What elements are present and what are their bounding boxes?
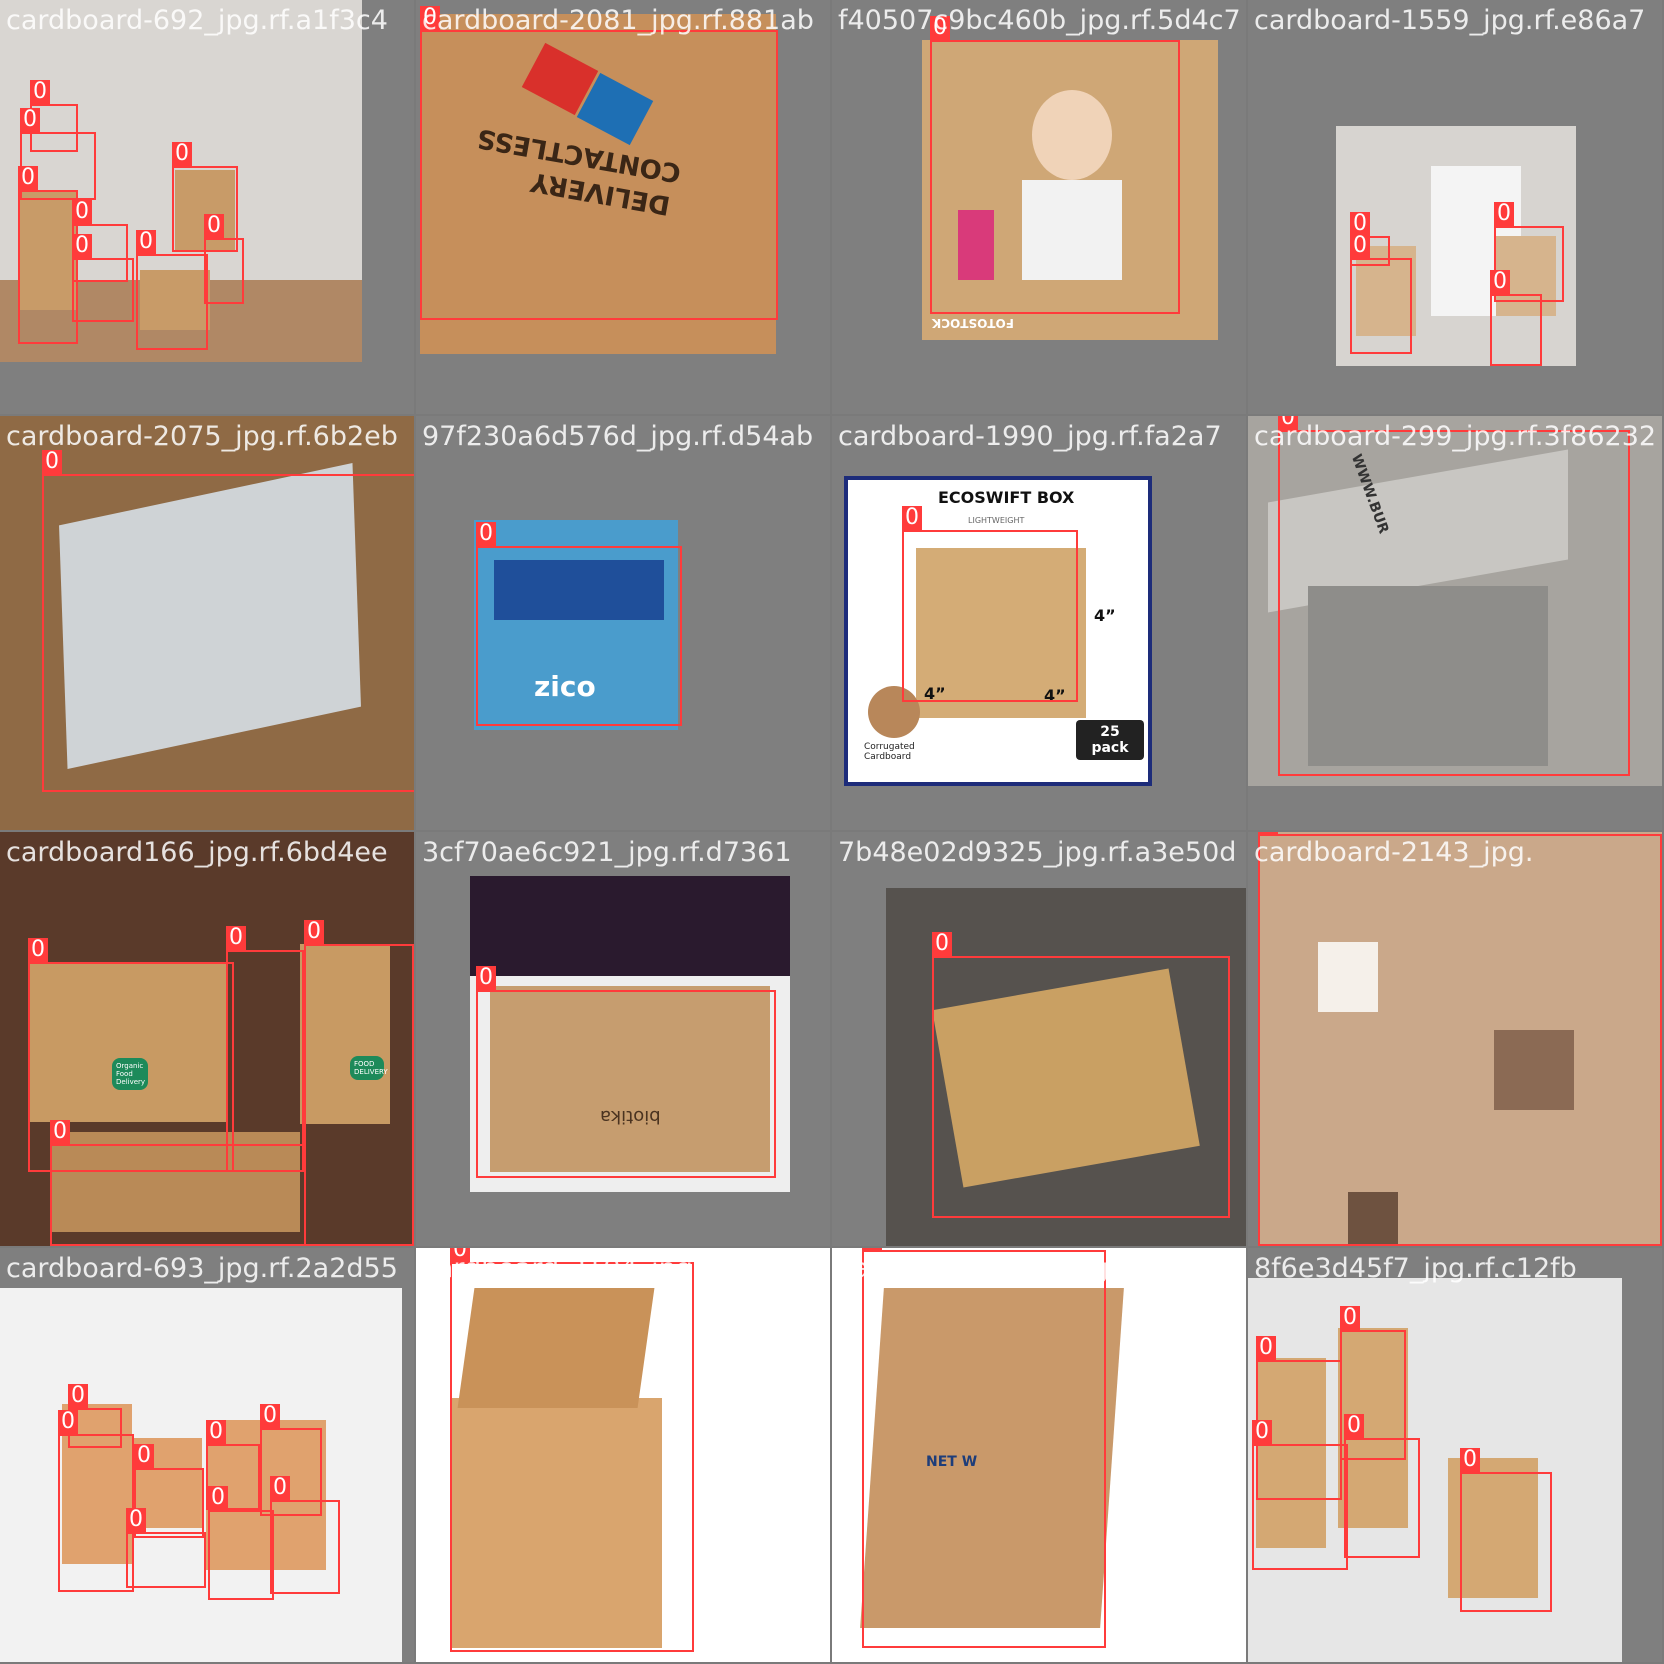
filename-label: f40507c9bc460b_jpg.rf.5d4c7 [838, 5, 1241, 36]
bbox: 0 [1344, 1414, 1420, 1558]
tile-8: Organic Food Delivery FOOD DELIVERY card… [0, 832, 414, 1246]
class-label: 0 [1494, 202, 1514, 226]
bbox: 0 [50, 1120, 306, 1246]
bbox: 0 [208, 1486, 274, 1600]
tile-15: 8f6e3d45f7_jpg.rf.c12fb 0 0 0 0 0 [1248, 1248, 1662, 1662]
class-label: 0 [304, 920, 324, 944]
bbox: 0 [932, 932, 1230, 1218]
tile-13: cardboard-2104_jpg.rf.ba11c 0 [416, 1248, 830, 1662]
tile-0: cardboard-692_jpg.rf.a1f3c4 0 0 0 0 0 0 … [0, 0, 414, 414]
class-label: 0 [50, 1120, 70, 1144]
bbox: 0 [902, 506, 1078, 702]
filename-label: cardboard-1559_jpg.rf.e86a7 [1254, 5, 1646, 36]
mosaic-grid: cardboard-692_jpg.rf.a1f3c4 0 0 0 0 0 0 … [0, 0, 1664, 1664]
class-label: 0 [134, 1444, 154, 1468]
tile-2: FOTOSTOCK f40507c9bc460b_jpg.rf.5d4c7 0 [832, 0, 1246, 414]
watermark: FOTOSTOCK [932, 316, 1014, 330]
bbox: 0 [204, 214, 244, 304]
class-label: 0 [476, 522, 496, 546]
bbox: 0 [1490, 270, 1542, 366]
class-label: 0 [72, 234, 92, 258]
class-label: 0 [72, 200, 92, 224]
class-label: 0 [862, 1248, 882, 1250]
class-label: 0 [1490, 270, 1510, 294]
class-label: 0 [930, 16, 950, 40]
class-label: 0 [20, 108, 40, 132]
class-label: 0 [1256, 1336, 1276, 1360]
class-label: 0 [18, 166, 38, 190]
tile-5: zico 97f230a6d576d_jpg.rf.d54ab 0 [416, 416, 830, 830]
material-caption: Corrugated Cardboard [864, 742, 915, 762]
class-label: 0 [208, 1486, 228, 1510]
class-label: 0 [172, 142, 192, 166]
pack-badge: 25 pack [1076, 720, 1144, 760]
filename-label: cardboard-693_jpg.rf.2a2d55 [6, 1253, 398, 1284]
bbox: 0 [1258, 832, 1662, 1246]
tile-14: NET W cardboard-2054_jpg.rf.8f303 0 [832, 1248, 1246, 1662]
tile-3: cardboard-1559_jpg.rf.e86a7 0 0 0 0 [1248, 0, 1662, 414]
class-label: 0 [30, 80, 50, 104]
class-label: 0 [270, 1476, 290, 1500]
bbox: 0 [136, 230, 208, 350]
bbox: 0 [42, 450, 414, 792]
bbox: 0 [72, 234, 134, 322]
filename-label: 3cf70ae6c921_jpg.rf.d7361 [422, 837, 792, 868]
class-label: 0 [420, 6, 440, 30]
class-label: 0 [1460, 1448, 1480, 1472]
bbox: 0 [420, 6, 778, 320]
class-label: 0 [28, 938, 48, 962]
tile-11: cardboard-2143_jpg. 0 [1248, 832, 1662, 1246]
class-label: 0 [1350, 234, 1370, 258]
bbox: 0 [270, 1476, 340, 1594]
class-label: 0 [58, 1410, 78, 1434]
class-label: 0 [260, 1404, 280, 1428]
class-label: 0 [136, 230, 156, 254]
tile-12: cardboard-693_jpg.rf.2a2d55 0 0 0 0 0 0 … [0, 1248, 414, 1662]
bbox: 0 [126, 1508, 206, 1588]
filename-label: 7b48e02d9325_jpg.rf.a3e50d [838, 837, 1237, 868]
bbox: 0 [304, 920, 414, 1246]
class-label: 0 [1344, 1414, 1364, 1438]
class-label: 0 [932, 932, 952, 956]
bbox: 0 [1460, 1448, 1552, 1612]
tile-9: biotika 3cf70ae6c921_jpg.rf.d7361 0 [416, 832, 830, 1246]
tile-1: CONTACTLESS DELIVERY cardboard-2081_jpg.… [416, 0, 830, 414]
class-label: 0 [226, 926, 246, 950]
class-label: 0 [1340, 1306, 1360, 1330]
class-label: 0 [450, 1248, 470, 1262]
product-subtitle: LIGHTWEIGHT [968, 516, 1025, 525]
class-label: 0 [1252, 1420, 1272, 1444]
dim-right: 4” [1094, 606, 1116, 625]
class-label: 0 [42, 450, 62, 474]
tile-10: 7b48e02d9325_jpg.rf.a3e50d 0 [832, 832, 1246, 1246]
class-label: 0 [206, 1420, 226, 1444]
product-title: ECOSWIFT BOX [938, 488, 1075, 507]
bbox: 0 [862, 1248, 1106, 1648]
class-label: 0 [68, 1384, 88, 1408]
bbox: 0 [476, 522, 682, 726]
class-label: 0 [204, 214, 224, 238]
bbox: 0 [476, 966, 776, 1178]
class-label: 0 [1258, 832, 1278, 834]
class-label: 0 [126, 1508, 146, 1532]
filename-label: 97f230a6d576d_jpg.rf.d54ab [422, 421, 814, 452]
class-label: 0 [902, 506, 922, 530]
bbox: 0 [18, 166, 78, 344]
tile-7: WWW.BUR cardboard-299_jpg.rf.3f86232 0 [1248, 416, 1662, 830]
tile-4: cardboard-2075_jpg.rf.6b2eb 0 [0, 416, 414, 830]
filename-label: cardboard-1990_jpg.rf.fa2a7 [838, 421, 1222, 452]
bbox: 0 [1278, 416, 1630, 776]
bbox: 0 [58, 1410, 134, 1592]
bbox: 0 [930, 16, 1180, 314]
bbox: 0 [226, 926, 304, 1172]
tile-6: ECOSWIFT BOX LIGHTWEIGHT 4” 4” 4” Corrug… [832, 416, 1246, 830]
class-label: 0 [476, 966, 496, 990]
bbox: 0 [1350, 234, 1412, 354]
bbox: 0 [1252, 1420, 1348, 1570]
class-label: 0 [1278, 416, 1298, 430]
bbox: 0 [450, 1248, 694, 1652]
